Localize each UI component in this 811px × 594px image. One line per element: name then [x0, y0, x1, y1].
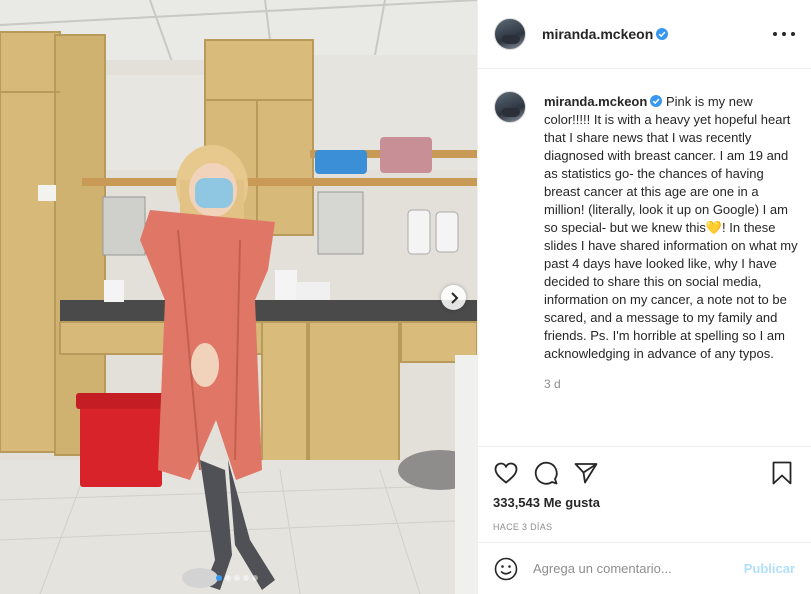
header-username[interactable]: miranda.mckeon: [542, 26, 653, 42]
caption-body: Pink is my new color!!!!! It is with a h…: [544, 94, 798, 361]
emoji-button[interactable]: [493, 556, 519, 582]
post-header: miranda.mckeon: [478, 0, 811, 69]
more-dot-icon: [791, 32, 795, 36]
carousel-indicator: [216, 575, 258, 581]
carousel-dot: [234, 575, 240, 581]
carousel-next-button[interactable]: [441, 285, 466, 310]
caption-username[interactable]: miranda.mckeon: [544, 94, 647, 109]
comment-input[interactable]: [533, 561, 744, 576]
carousel-dot: [225, 575, 231, 581]
verified-badge-icon: [650, 95, 663, 107]
carousel-dot: [243, 575, 249, 581]
post-date[interactable]: HACE 3 DÍAS: [477, 522, 811, 532]
comment-bar: Publicar: [477, 542, 811, 594]
like-button[interactable]: [493, 460, 519, 486]
more-dot-icon: [773, 32, 777, 36]
paper-plane-icon: [574, 463, 598, 484]
post-photo[interactable]: [0, 0, 477, 594]
bookmark-icon: [772, 461, 792, 485]
carousel-dot: [216, 575, 222, 581]
more-dot-icon: [782, 32, 786, 36]
exam-room-photo: [0, 0, 477, 594]
chevron-right-icon: [450, 291, 458, 304]
publish-comment-button[interactable]: Publicar: [744, 561, 795, 576]
caption-avatar[interactable]: [494, 91, 526, 123]
post-caption: miranda.mckeon Pink is my new color!!!!!…: [494, 91, 800, 391]
carousel-dot: [252, 575, 258, 581]
comment-button[interactable]: [533, 460, 559, 486]
comment-icon: [534, 461, 558, 485]
action-icon-row: [477, 447, 811, 499]
caption-text: miranda.mckeon Pink is my new color!!!!!…: [544, 91, 800, 363]
smiley-icon: [494, 557, 518, 580]
share-button[interactable]: [573, 460, 599, 486]
verified-badge-icon: [656, 28, 669, 40]
save-button[interactable]: [769, 460, 795, 486]
caption-timestamp[interactable]: 3 d: [544, 377, 800, 391]
avatar[interactable]: [494, 18, 526, 50]
more-options-button[interactable]: [773, 24, 795, 44]
post-actions: 333,543 Me gusta HACE 3 DÍAS: [477, 446, 811, 532]
heart-icon: [494, 462, 518, 484]
